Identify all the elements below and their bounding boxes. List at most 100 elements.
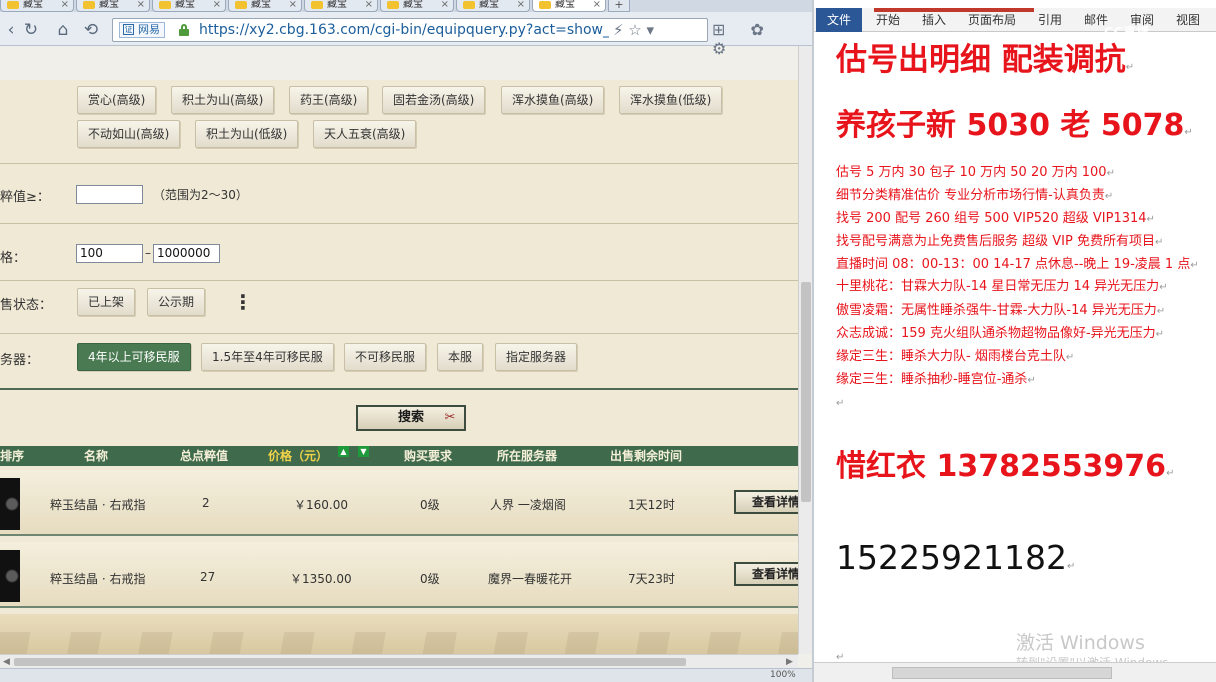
- doc-heading[interactable]: 估号出明细 配装调抗↵: [836, 40, 1134, 88]
- table-row[interactable]: 粹玉结晶 · 右戒指 2 ￥160.00 0级 人界 一凌烟阁 1天12时 查看…: [0, 470, 798, 536]
- doc-line[interactable]: 找号配号满意为止免费售后服务 超级 VIP 免费所有项目↵: [836, 231, 1163, 254]
- zoom-level[interactable]: 100%: [770, 669, 796, 682]
- view-details-button[interactable]: 查看详情: [734, 490, 798, 514]
- ribbon-tab-view[interactable]: 视图: [1176, 11, 1200, 29]
- browser-tab[interactable]: 藏宝 ×: [0, 0, 74, 12]
- search-button[interactable]: 搜索 ✂: [356, 405, 466, 431]
- browser-tab[interactable]: 藏宝 ×: [380, 0, 454, 12]
- doc-subheading[interactable]: 养孩子新 5030 老 5078↵: [836, 107, 1193, 152]
- scrollbar-thumb[interactable]: [892, 667, 1112, 679]
- item-score: 2: [202, 496, 210, 510]
- filter-option[interactable]: 浑水摸鱼(高级): [501, 86, 605, 114]
- doc-line[interactable]: 找号 200 配号 260 组号 500 VIP520 超级 VIP1314↵: [836, 208, 1155, 231]
- scroll-left-icon[interactable]: ◀: [3, 655, 10, 669]
- filter-option[interactable]: 积土为山(高级): [171, 86, 275, 114]
- doc-line[interactable]: 缘定三生：睡杀抽秒-睡宫位-通杀↵: [836, 369, 1036, 392]
- close-tab-icon[interactable]: ×: [137, 0, 145, 10]
- document-body[interactable]: 估号出明细 配装调抗↵ 养孩子新 5030 老 5078↵ 估号 5 万内 30…: [814, 32, 1216, 670]
- doc-contact[interactable]: 惜红衣 13782553976↵: [836, 448, 1174, 493]
- score-input[interactable]: [76, 185, 143, 204]
- doc-line[interactable]: 估号 5 万内 30 包子 10 万内 50 20 万内 100↵: [836, 162, 1115, 185]
- filter-option[interactable]: 天人五衰(高级): [313, 120, 417, 148]
- close-tab-icon[interactable]: ×: [213, 0, 221, 10]
- filter-option[interactable]: 积土为山(低级): [195, 120, 299, 148]
- close-tab-icon[interactable]: ×: [441, 0, 449, 10]
- ribbon-tab-insert[interactable]: 插入: [922, 11, 946, 29]
- server-option[interactable]: 不可移民服: [344, 343, 427, 371]
- document-horizontal-scrollbar[interactable]: [814, 662, 1216, 682]
- scrollbar-thumb[interactable]: [14, 658, 686, 666]
- history-icon[interactable]: ⟲: [80, 19, 102, 41]
- doc-line[interactable]: 直播时间 08：00-13：00 14-17 点休息--晚上 19-凌晨 1 点…: [836, 254, 1199, 277]
- new-tab-button[interactable]: +: [608, 0, 630, 12]
- price-max-input[interactable]: 1000000: [153, 244, 220, 263]
- filter-option[interactable]: 药王(高级): [289, 86, 369, 114]
- server-option[interactable]: 指定服务器: [495, 343, 578, 371]
- lock-icon: [179, 24, 189, 36]
- scroll-right-icon[interactable]: ▶: [786, 655, 793, 669]
- ribbon-tab-layout[interactable]: 页面布局: [968, 11, 1016, 29]
- close-tab-icon[interactable]: ×: [593, 0, 601, 10]
- horizontal-scrollbar[interactable]: ◀ ▶: [0, 654, 798, 668]
- browser-tab[interactable]: 藏宝 ×: [456, 0, 530, 12]
- site-identity-badge[interactable]: 证网易: [119, 22, 165, 38]
- close-tab-icon[interactable]: ×: [365, 0, 373, 10]
- score-label: 粹值≥：: [0, 190, 50, 205]
- doc-line[interactable]: 细节分类精准估价 专业分析市场行情-认真负责↵: [836, 185, 1113, 208]
- doc-line[interactable]: 众志成诚：159 克火组队通杀物超物品像好-异光无压力↵: [836, 323, 1164, 346]
- price-min-input[interactable]: 100: [76, 244, 143, 263]
- tab-label: 藏宝: [99, 0, 119, 10]
- item-name[interactable]: 粹玉结晶 · 右戒指: [50, 570, 145, 587]
- ribbon-tab-home[interactable]: 开始: [876, 11, 900, 29]
- close-tab-icon[interactable]: ×: [517, 0, 525, 10]
- item-server: 魔界一春暖花开: [488, 572, 573, 586]
- filter-option[interactable]: 固若金汤(高级): [382, 86, 486, 114]
- header-sort[interactable]: 排序: [0, 446, 24, 466]
- browser-tab[interactable]: 藏宝 ×: [76, 0, 150, 12]
- item-name[interactable]: 粹玉结晶 · 右戒指: [50, 496, 145, 513]
- doc-line[interactable]: 十里桃花：甘霖大力队-14 星日常无压力 14 异光无压力↵: [836, 276, 1168, 299]
- browser-tab[interactable]: 藏宝 ×: [228, 0, 302, 12]
- doc-line[interactable]: 缘定三生：睡杀大力队- 烟雨楼台克土队↵: [836, 346, 1074, 369]
- header-price[interactable]: 价格（元）: [268, 446, 328, 466]
- server-option-selected[interactable]: 4年以上可移民服: [77, 343, 191, 371]
- more-options-icon[interactable]: ⋮: [233, 290, 253, 314]
- sort-ascending-icon[interactable]: ▲: [338, 446, 349, 457]
- filter-option[interactable]: 赏心(高级): [77, 86, 157, 114]
- address-bar[interactable]: 证网易 https://xy2.cbg.163.com/cgi-bin/equi…: [112, 18, 708, 42]
- server-option[interactable]: 1.5年至4年可移民服: [201, 343, 334, 371]
- close-tab-icon[interactable]: ×: [61, 0, 69, 10]
- browser-tab[interactable]: 藏宝 ×: [152, 0, 226, 12]
- scrollbar-thumb[interactable]: [801, 282, 811, 502]
- header-server: 所在服务器: [497, 449, 558, 463]
- toolbar-icons[interactable]: ⊞ ✿ ⚙: [712, 20, 812, 58]
- browser-tab-active[interactable]: 藏宝 ×: [532, 0, 606, 12]
- sort-descending-icon[interactable]: ▼: [358, 446, 369, 457]
- browser-tab[interactable]: 藏宝 ×: [304, 0, 378, 12]
- vertical-scrollbar[interactable]: [798, 46, 812, 654]
- back-icon[interactable]: ‹: [0, 19, 22, 41]
- reload-icon[interactable]: ↻: [20, 19, 42, 41]
- doc-empty-line[interactable]: ↵: [836, 392, 844, 415]
- address-bar-icons[interactable]: ⚡ ☆ ▾: [613, 21, 654, 39]
- filter-option[interactable]: 浑水摸鱼(低级): [619, 86, 723, 114]
- server-option[interactable]: 本服: [437, 343, 484, 371]
- close-tab-icon[interactable]: ×: [289, 0, 297, 10]
- ribbon-tab-references[interactable]: 引用: [1038, 11, 1062, 29]
- tab-label: 藏宝: [403, 0, 423, 10]
- status-option-listed[interactable]: 已上架: [77, 288, 136, 316]
- table-row[interactable]: 粹玉结晶 · 右戒指 27 ￥1350.00 0级 魔界一春暖花开 7天23时 …: [0, 542, 798, 608]
- url-text[interactable]: https://xy2.cbg.163.com/cgi-bin/equipque…: [199, 22, 609, 38]
- item-thumbnail[interactable]: [0, 550, 20, 602]
- doc-line[interactable]: 傲雪凌霜：无属性睡杀强牛-甘霖-大力队-14 异光无压力↵: [836, 300, 1165, 323]
- item-thumbnail[interactable]: [0, 478, 20, 530]
- view-details-button[interactable]: 查看详情: [734, 562, 798, 586]
- ribbon-tab-file[interactable]: 文件: [816, 8, 862, 32]
- page-favicon-icon: [311, 1, 323, 9]
- doc-phone[interactable]: 15225921182↵: [836, 538, 1075, 587]
- price-dash: –: [145, 246, 151, 260]
- filter-option[interactable]: 不动如山(高级): [77, 120, 181, 148]
- status-option-public[interactable]: 公示期: [147, 288, 206, 316]
- page-footer-art: [0, 614, 798, 654]
- home-icon[interactable]: ⌂: [52, 19, 74, 41]
